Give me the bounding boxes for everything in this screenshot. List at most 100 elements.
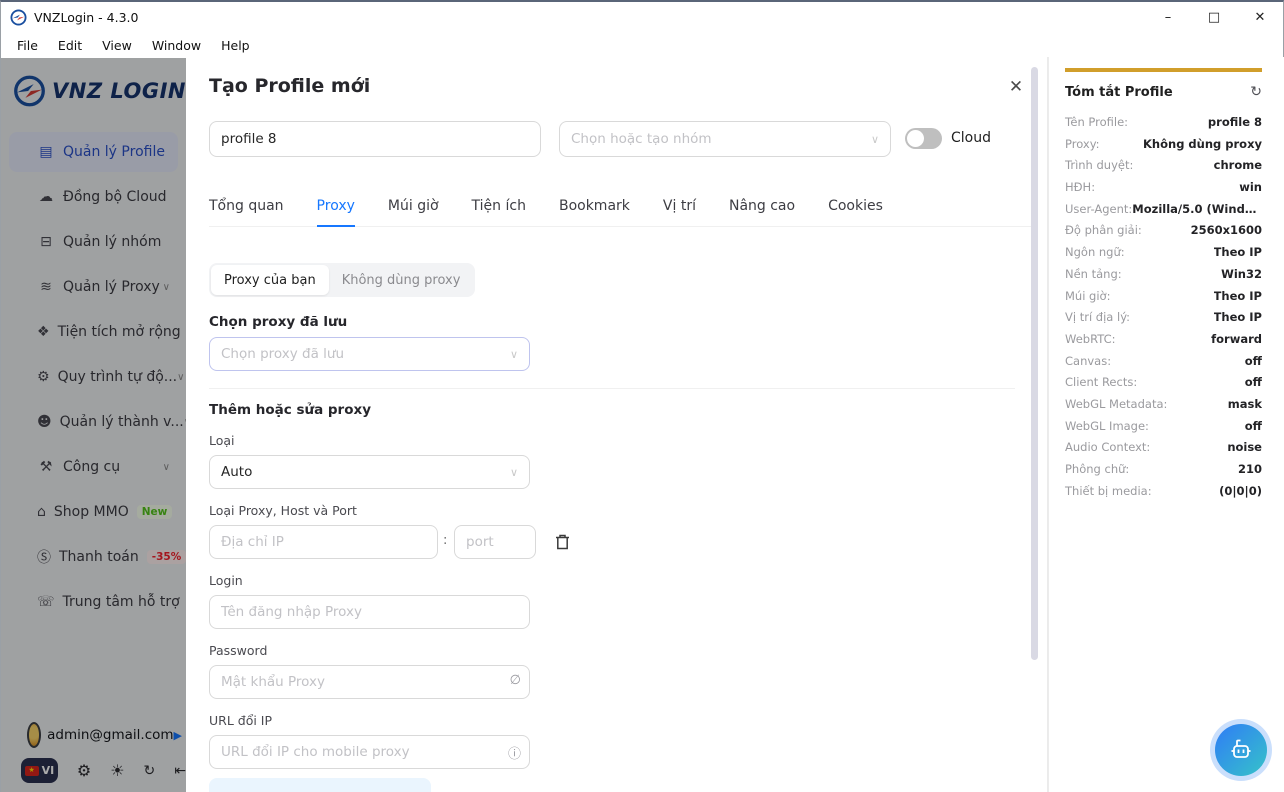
maximize-button[interactable]: □	[1191, 2, 1237, 32]
window-close-button[interactable]: ✕	[1237, 2, 1283, 32]
section-divider	[209, 388, 1015, 389]
summary-row-value: chrome	[1213, 158, 1262, 173]
port-input[interactable]	[454, 525, 536, 559]
profile-name-input[interactable]	[209, 121, 541, 157]
ip-address-input[interactable]	[209, 525, 438, 559]
profile-summary-panel: Tóm tắt Profile ↻ Tên Profile: profile 8…	[1048, 57, 1284, 792]
modal-overlay	[1, 58, 186, 792]
summary-row: WebGL Metadata: mask	[1065, 397, 1262, 419]
summary-row-label: Nền tảng:	[1065, 266, 1122, 281]
summary-row-label: WebGL Metadata:	[1065, 396, 1168, 411]
summary-row-value: noise	[1227, 440, 1262, 455]
summary-rows: Tên Profile: profile 8 Proxy: Không dùng…	[1065, 115, 1262, 505]
trash-icon[interactable]	[554, 533, 571, 551]
proxy-mode-segmented: Proxy của bạn Không dùng proxy	[209, 263, 476, 297]
tab-nang-cao[interactable]: Nâng cao	[729, 185, 795, 226]
host-port-separator: :	[443, 533, 448, 548]
summary-row-value: Theo IP	[1213, 310, 1262, 325]
summary-row-label: HĐH:	[1065, 180, 1096, 195]
robot-assistant-button[interactable]	[1215, 724, 1267, 776]
proxy-mode-option-no-proxy[interactable]: Không dùng proxy	[329, 265, 474, 295]
app-logo-icon	[10, 8, 27, 26]
group-select[interactable]: Chọn hoặc tạo nhóm ∨	[559, 121, 891, 157]
summary-row-label: Proxy:	[1065, 136, 1100, 151]
summary-row-value: off	[1244, 353, 1262, 368]
info-icon: ⓘ	[507, 747, 521, 762]
summary-row-value: mask	[1227, 396, 1262, 411]
sidebar: VNZ LOGIN ▤ Quản lý Profile ☁ Đồng bộ Cl…	[1, 58, 186, 792]
summary-row-value: Mozilla/5.0 (Windows...	[1132, 201, 1262, 216]
summary-row-value: Win32	[1221, 266, 1262, 281]
tab-cookies[interactable]: Cookies	[828, 185, 883, 226]
check-proxy-button-partial[interactable]	[209, 778, 431, 792]
summary-row: Độ phân giải: 2560x1600	[1065, 223, 1262, 245]
app-window: VNZLogin - 4.3.0 – □ ✕ File Edit View Wi…	[0, 0, 1284, 792]
proxy-login-input[interactable]	[209, 595, 530, 629]
host-port-label: Loại Proxy, Host và Port	[209, 503, 357, 518]
summary-row-label: Trình duyệt:	[1065, 158, 1134, 173]
menu-item[interactable]: View	[92, 35, 142, 56]
chevron-down-icon: ∨	[509, 347, 518, 361]
summary-row: User-Agent: Mozilla/5.0 (Windows...	[1065, 202, 1262, 224]
title-bar: VNZLogin - 4.3.0 – □ ✕	[1, 2, 1283, 32]
modal-title: Tạo Profile mới	[209, 75, 371, 97]
window-title: VNZLogin - 4.3.0	[34, 9, 139, 25]
summary-row: Ngôn ngữ: Theo IP	[1065, 245, 1262, 267]
summary-row-label: Độ phân giải:	[1065, 223, 1142, 238]
group-select-placeholder: Chọn hoặc tạo nhóm	[571, 131, 712, 147]
summary-row-label: WebGL Image:	[1065, 418, 1149, 433]
password-label: Password	[209, 643, 268, 658]
summary-row-value: 2560x1600	[1190, 223, 1262, 238]
menu-item[interactable]: Window	[142, 35, 211, 56]
tab-proxy[interactable]: Proxy	[316, 185, 356, 227]
summary-row: Phông chữ: 210	[1065, 462, 1262, 484]
summary-row-label: Múi giờ:	[1065, 288, 1111, 303]
summary-row: Tên Profile: profile 8	[1065, 115, 1262, 137]
tab-bookmark[interactable]: Bookmark	[559, 185, 630, 226]
saved-proxy-select[interactable]: Chọn proxy đã lưu ∨	[209, 337, 530, 371]
menu-bar: File Edit View Window Help	[1, 32, 1283, 58]
menu-item[interactable]: File	[7, 35, 48, 56]
tab-tong-quan[interactable]: Tổng quan	[209, 185, 284, 226]
summary-row: WebRTC: forward	[1065, 332, 1262, 354]
proxy-type-select[interactable]: Auto ∨	[209, 455, 530, 489]
summary-title: Tóm tắt Profile	[1065, 84, 1173, 100]
tab-tien-ich[interactable]: Tiện ích	[472, 185, 526, 226]
summary-row: Proxy: Không dùng proxy	[1065, 137, 1262, 159]
saved-proxy-placeholder: Chọn proxy đã lưu	[221, 346, 345, 362]
edit-proxy-section-title: Thêm hoặc sửa proxy	[209, 402, 371, 418]
summary-row-label: User-Agent:	[1065, 201, 1133, 216]
proxy-type-label: Loại	[209, 433, 235, 448]
summary-row: Múi giờ: Theo IP	[1065, 289, 1262, 311]
cloud-toggle[interactable]	[905, 128, 942, 149]
summary-row: Nền tảng: Win32	[1065, 267, 1262, 289]
summary-row: HĐH: win	[1065, 180, 1262, 202]
menu-item[interactable]: Edit	[48, 35, 92, 56]
chevron-down-icon: ∨	[509, 465, 518, 479]
proxy-mode-option-your-proxy[interactable]: Proxy của bạn	[211, 265, 329, 295]
summary-row-label: WebRTC:	[1065, 331, 1116, 346]
tab-mui-gio[interactable]: Múi giờ	[388, 185, 439, 226]
summary-row-value: off	[1244, 375, 1262, 390]
menu-item[interactable]: Help	[211, 35, 260, 56]
summary-row: Thiết bị media: (0|0|0)	[1065, 484, 1262, 506]
modal-scrollbar[interactable]	[1031, 67, 1038, 660]
summary-row: WebGL Image: off	[1065, 419, 1262, 441]
summary-row-label: Vị trí địa lý:	[1065, 310, 1131, 325]
summary-row: Vị trí địa lý: Theo IP	[1065, 310, 1262, 332]
tab-vi-tri[interactable]: Vị trí	[663, 185, 696, 226]
url-change-ip-input[interactable]	[209, 735, 530, 769]
summary-refresh-icon[interactable]: ↻	[1250, 84, 1262, 100]
saved-proxy-label: Chọn proxy đã lưu	[209, 314, 348, 330]
proxy-password-input[interactable]	[209, 665, 530, 699]
summary-row-value: (0|0|0)	[1219, 483, 1262, 498]
modal-close-icon[interactable]: ✕	[1004, 75, 1028, 99]
url-change-ip-label: URL đổi IP	[209, 713, 273, 728]
toggle-knob	[907, 130, 924, 147]
minimize-button[interactable]: –	[1145, 2, 1191, 32]
summary-row-label: Tên Profile:	[1065, 115, 1129, 129]
summary-row-value: off	[1244, 418, 1262, 433]
summary-row: Client Rects: off	[1065, 375, 1262, 397]
eye-off-icon[interactable]: ∅	[510, 673, 521, 688]
summary-row-value: Theo IP	[1213, 245, 1262, 260]
